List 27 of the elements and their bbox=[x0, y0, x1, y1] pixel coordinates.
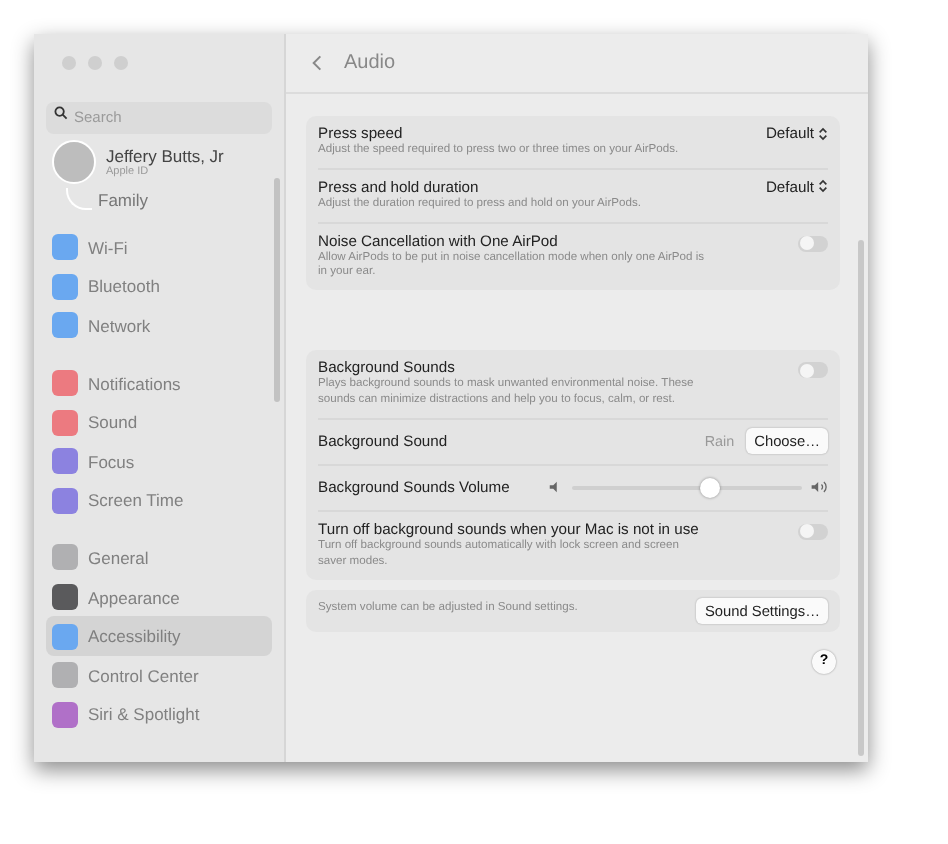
profile-name[interactable]: Jeffery Butts, Jr bbox=[106, 146, 224, 166]
family-item[interactable]: Family bbox=[98, 189, 149, 209]
sidebar-scrollbar[interactable] bbox=[274, 178, 280, 402]
toggle-switch[interactable] bbox=[798, 523, 828, 540]
sidebar-item[interactable]: Notifications bbox=[46, 363, 272, 403]
back-icon[interactable] bbox=[312, 54, 322, 72]
toggle-switch[interactable] bbox=[798, 362, 828, 379]
avatar bbox=[52, 140, 96, 184]
content-scrollbar[interactable] bbox=[858, 240, 864, 756]
sidebar-item[interactable]: Network bbox=[46, 306, 272, 346]
toggle-switch[interactable] bbox=[798, 235, 828, 252]
sidebar-item[interactable]: Control Center bbox=[46, 655, 272, 696]
sidebar-item[interactable]: Wi-Fi bbox=[46, 228, 272, 268]
sidebar-item[interactable]: Focus bbox=[46, 441, 272, 482]
page-title: Audio bbox=[344, 52, 396, 74]
speaker-high-icon bbox=[810, 480, 828, 495]
chevron-icon bbox=[818, 178, 828, 195]
sidebar-item[interactable]: Appearance bbox=[46, 577, 272, 617]
sidebar-item[interactable]: Accessibility bbox=[46, 616, 272, 656]
sidebar-item[interactable]: General bbox=[46, 538, 272, 578]
slider-thumb[interactable] bbox=[700, 477, 720, 498]
sidebar-item[interactable]: Siri & Spotlight bbox=[46, 695, 272, 735]
chevron-icon bbox=[818, 125, 828, 141]
sidebar-item[interactable]: Bluetooth bbox=[46, 267, 272, 307]
family-icon bbox=[66, 188, 92, 210]
sidebar-item[interactable]: Sound bbox=[46, 402, 272, 442]
sidebar-item[interactable]: Screen Time bbox=[46, 481, 272, 521]
